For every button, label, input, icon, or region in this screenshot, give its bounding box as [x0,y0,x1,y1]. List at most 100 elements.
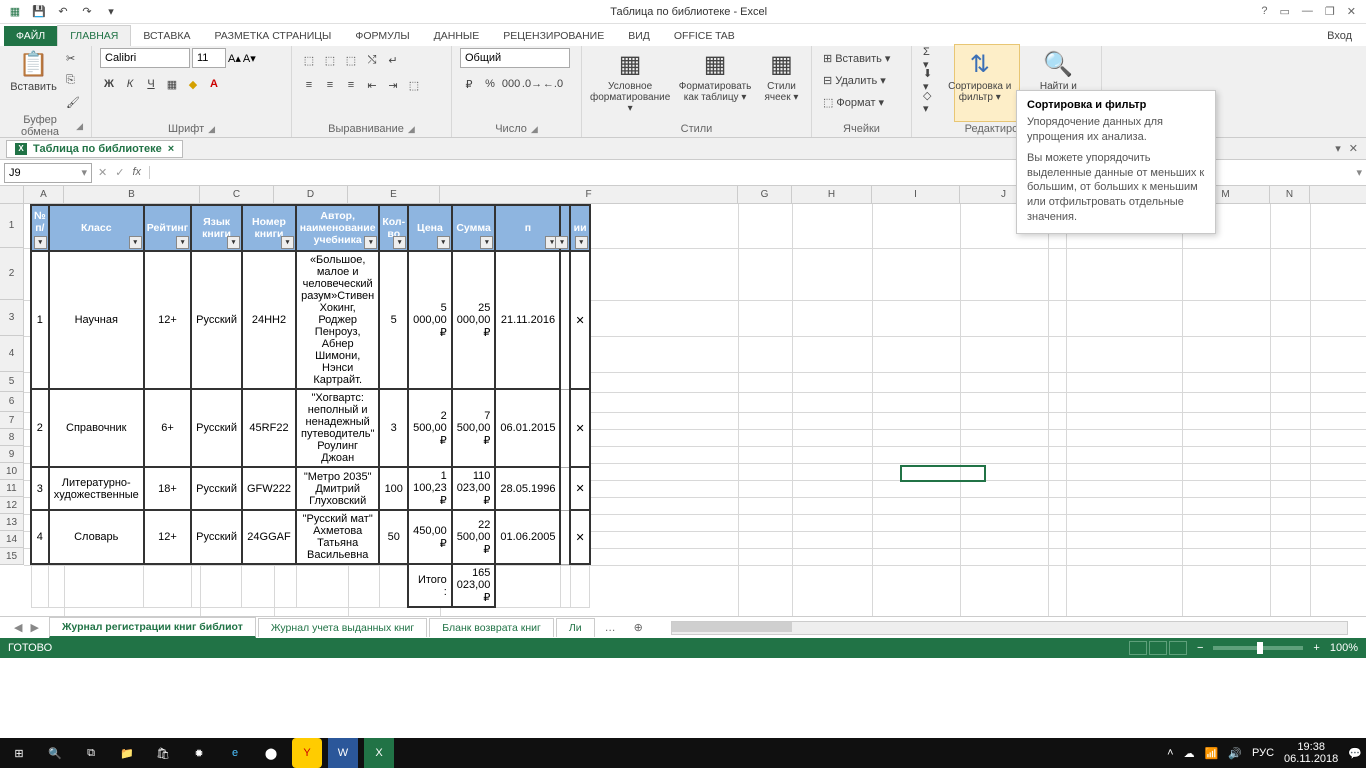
indent-button[interactable]: ⇥ [384,76,402,94]
cell[interactable]: Русский [191,510,242,564]
sheet-more-icon[interactable]: … [597,619,624,637]
cell[interactable]: 1 [31,251,49,389]
filter-dropdown-icon[interactable]: ▾ [281,236,294,249]
table-header-C[interactable]: Рейтинг▾ [144,205,191,251]
cell[interactable]: 5 [379,251,408,389]
new-sheet-button[interactable]: ⊕ [626,618,651,637]
zoom-in-button[interactable]: + [1313,642,1319,654]
tray-volume-icon[interactable]: 🔊 [1228,747,1242,760]
table-header-F[interactable]: Автор, наименование учебника▾ [296,205,379,251]
filter-dropdown-icon[interactable]: ▾ [364,236,377,249]
cell[interactable]: ✕ [570,510,589,564]
clipboard-launcher-icon[interactable]: ◢ [76,121,83,132]
cell[interactable]: ✕ [570,251,589,389]
task-view-button[interactable]: ⧉ [76,738,106,768]
font-color-button[interactable]: А [205,75,223,93]
app-icon[interactable]: ✹ [184,738,214,768]
cell[interactable]: 45RF22 [242,389,296,467]
comma-button[interactable]: 000 [502,75,520,93]
table-header-K[interactable]: ▾ [560,205,570,251]
sheet-tab-1[interactable]: Журнал регистрации книг библиот [49,617,256,638]
cell[interactable] [144,564,191,607]
yandex-button[interactable]: Y [292,738,322,768]
cell[interactable]: 4 [31,510,49,564]
cell[interactable]: "Русский мат" Ахметова Татьяна Васильевн… [296,510,379,564]
cell[interactable]: 22 500,00 ₽ [452,510,496,564]
cell[interactable] [560,251,570,389]
cell[interactable]: «Большое, малое и человеческий разум»Сти… [296,251,379,389]
row-header-14[interactable]: 14 [0,531,24,548]
help-button[interactable]: ? [1261,5,1267,18]
save-button[interactable]: 💾 [30,3,48,21]
align-center-button[interactable]: ≡ [321,76,339,94]
cell[interactable]: 6+ [144,389,191,467]
filter-dropdown-icon[interactable]: ▾ [480,236,493,249]
table-header-G[interactable]: Кол-во▾ [379,205,408,251]
cell[interactable] [570,564,589,607]
cell[interactable]: 50 [379,510,408,564]
cell[interactable]: 06.01.2015 [495,389,560,467]
tray-cloud-icon[interactable]: ☁ [1184,747,1195,760]
minimize-button[interactable]: — [1302,5,1313,18]
cell[interactable]: ✕ [570,467,589,510]
align-bottom-button[interactable]: ⬚ [342,51,360,69]
doc-close-icon[interactable]: ✕ [1349,142,1358,155]
col-header-B[interactable]: B [64,186,200,203]
sort-filter-button[interactable]: ⇅Сортировка и фильтр ▾ [940,48,1020,105]
formula-expand-icon[interactable]: ▾ [1356,166,1362,179]
col-header-F[interactable]: F [440,186,738,203]
filter-dropdown-icon[interactable]: ▾ [129,236,142,249]
tab-view[interactable]: ВИД [616,26,662,46]
tray-network-icon[interactable]: 📶 [1205,747,1219,760]
autosum-button[interactable]: Σ ▾ [920,48,936,68]
cell[interactable] [560,564,570,607]
row-header-13[interactable]: 13 [0,514,24,531]
explorer-button[interactable]: 📁 [112,738,142,768]
increase-decimal-button[interactable]: .0→ [523,75,541,93]
cell[interactable] [49,564,144,607]
col-header-C[interactable]: C [200,186,274,203]
row-header-3[interactable]: 3 [0,300,24,336]
cell[interactable]: 28.05.1996 [495,467,560,510]
conditional-formatting-button[interactable]: ▦Условное форматирование ▾ [590,48,670,116]
row-header-8[interactable]: 8 [0,429,24,446]
wrap-text-button[interactable]: ↵ [384,51,402,69]
align-middle-button[interactable]: ⬚ [321,51,339,69]
row-header-9[interactable]: 9 [0,446,24,463]
sheet-nav-prev-icon[interactable]: ◀ [14,621,22,634]
ribbon-opts-button[interactable]: ▭ [1280,5,1290,18]
cell[interactable]: Справочник [49,389,144,467]
tray-chevron-icon[interactable]: ˄ [1167,747,1173,759]
view-page-layout-button[interactable] [1149,641,1167,655]
fill-button[interactable]: ⬇ ▾ [920,70,936,90]
cell[interactable] [560,467,570,510]
sheet-nav-next-icon[interactable]: ▶ [30,621,38,634]
sheet-tab-2[interactable]: Журнал учета выданных книг [258,618,427,637]
sheet-tab-3[interactable]: Бланк возврата книг [429,618,554,637]
increase-font-icon[interactable]: A▴ [228,52,241,65]
cell[interactable] [495,564,560,607]
sign-in-link[interactable]: Вход [1313,26,1366,46]
cell[interactable]: "Хогвартс: неполный и ненадежный путевод… [296,389,379,467]
start-button[interactable]: ⊞ [4,738,34,768]
table-header-L[interactable]: ии▾ [570,205,589,251]
cell[interactable]: GFW222 [242,467,296,510]
delete-cells-button[interactable]: ⊟ Удалить ▾ [820,70,893,90]
font-size-input[interactable] [192,48,226,68]
font-name-input[interactable] [100,48,190,68]
table-header-H[interactable]: Цена▾ [408,205,452,251]
close-button[interactable]: ✕ [1347,5,1356,18]
store-button[interactable]: 🛍 [148,738,178,768]
cell[interactable]: Русский [191,467,242,510]
outdent-button[interactable]: ⇤ [363,76,381,94]
word-button[interactable]: W [328,738,358,768]
table-header-I[interactable]: Сумма▾ [452,205,496,251]
tab-file[interactable]: ФАЙЛ [4,26,57,46]
qat-customize-icon[interactable]: ▾ [102,3,120,21]
table-header-E[interactable]: Номер книги▾ [242,205,296,251]
decrease-font-icon[interactable]: A▾ [243,52,256,65]
underline-button[interactable]: Ч [142,75,160,93]
tab-insert[interactable]: ВСТАВКА [131,26,202,46]
cell[interactable]: 5 000,00 ₽ [408,251,452,389]
col-header-D[interactable]: D [274,186,348,203]
